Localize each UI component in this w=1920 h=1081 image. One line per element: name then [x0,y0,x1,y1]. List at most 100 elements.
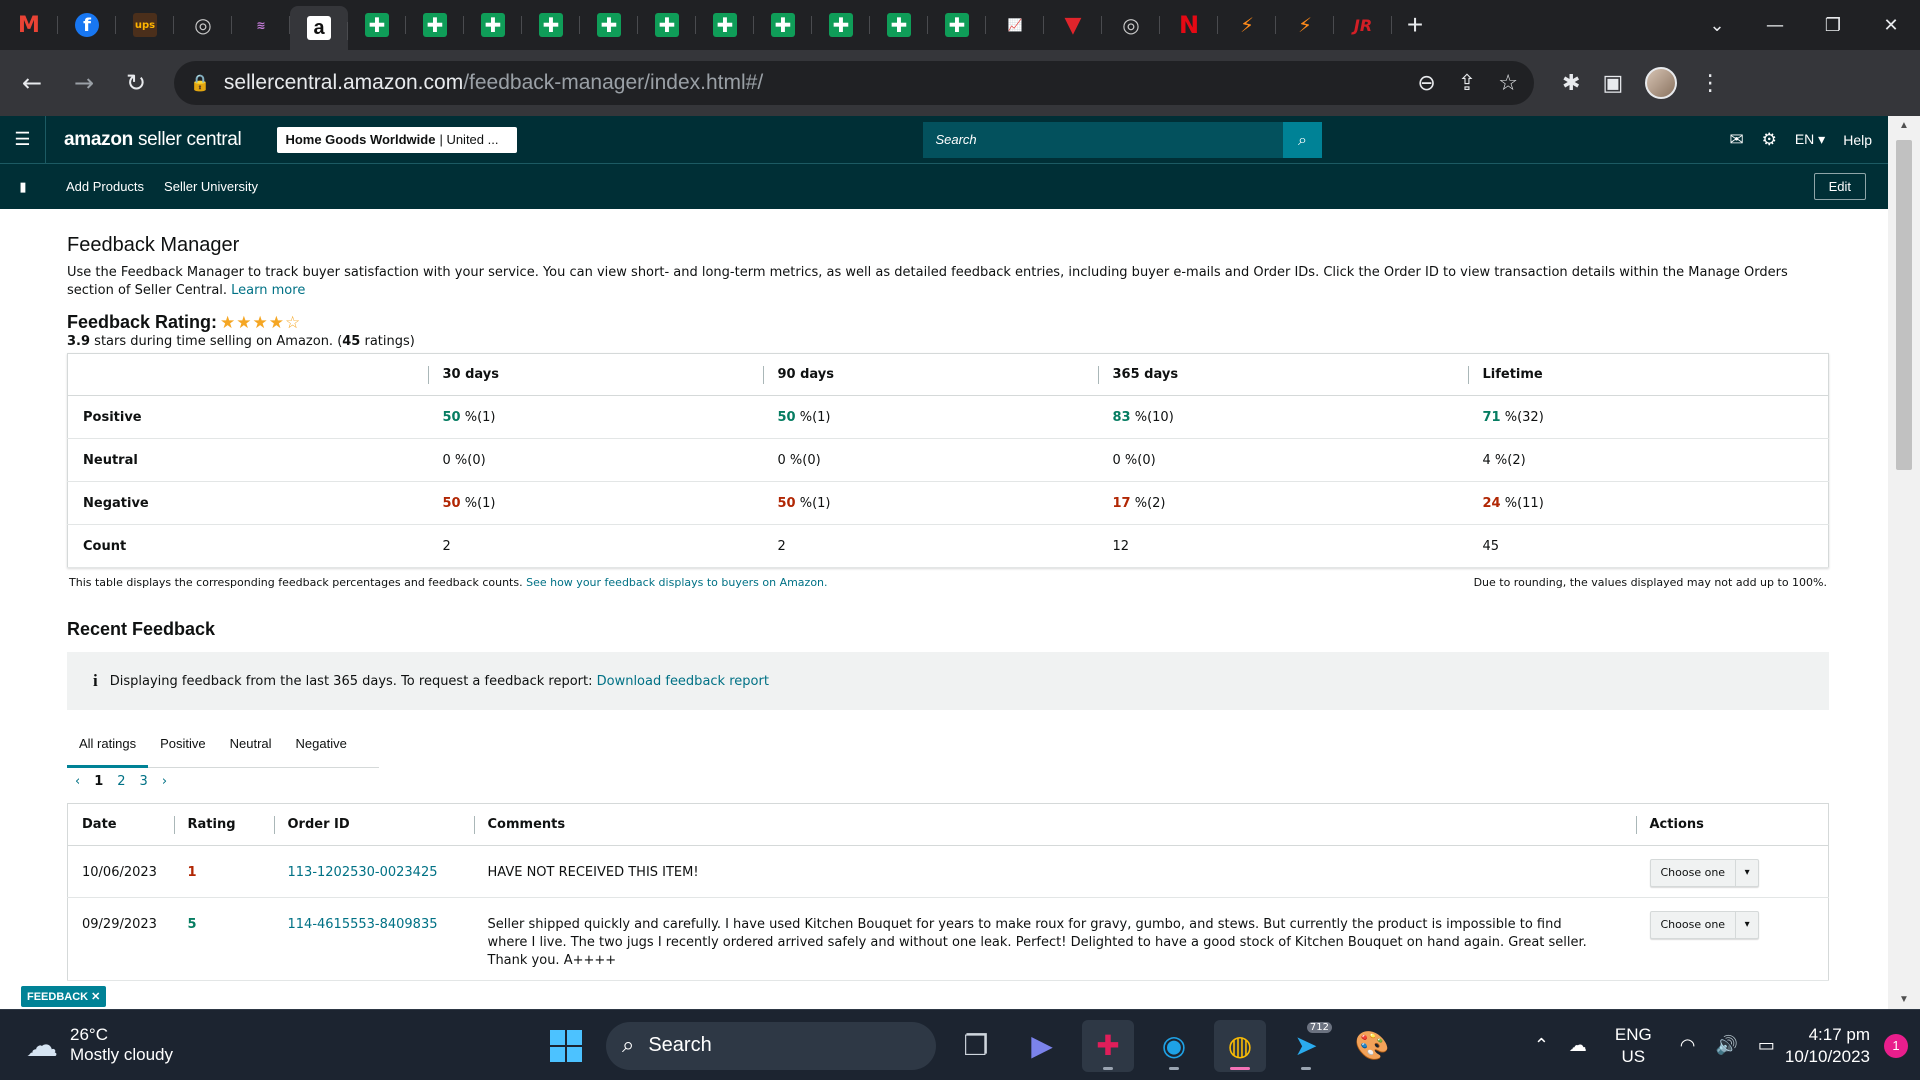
browser-tab[interactable]: ✚ [812,0,870,50]
start-windows-icon[interactable] [540,1020,592,1072]
prev-page-icon[interactable]: ‹ [75,774,80,789]
clock[interactable]: 4:17 pm 10/10/2023 [1785,1024,1870,1068]
search-icon[interactable]: ⌕ [1282,121,1323,158]
share-icon[interactable]: ⇪ [1458,71,1476,96]
battery-icon[interactable]: ▭ [1758,1035,1775,1056]
browser-menu-icon[interactable]: ⋮ [1699,71,1721,96]
gear-icon[interactable]: ⚙ [1762,130,1777,150]
onedrive-icon[interactable]: ☁ [1569,1035,1587,1056]
browser-tab-strip: Mf ups ◎ ≋ a ✚ ✚ ✚ ✚ ✚ ✚ ✚ ✚ ✚ ✚ ✚ 📈 ▼ ◎ N ⚡ ⚡ JR + ⌄ — ❐ ✕ [0,0,1920,50]
download-report-link[interactable]: Download feedback report [597,674,769,689]
page-scrollbar[interactable]: ▲ ▼ [1888,116,1920,1009]
seller-central-logo[interactable]: amazon seller central [64,129,242,151]
bookmark-star-icon[interactable]: ☆ [1498,71,1518,96]
browser-tab[interactable]: ✚ [464,0,522,50]
browser-tab[interactable]: ✚ [870,0,928,50]
metrics-row-negative: Negative 50 %(1) 50 %(1) 17 %(2) 24 %(11) [67,481,1829,525]
browser-tab[interactable]: ≋ [232,0,290,50]
browser-tab[interactable]: ⚡ [1276,0,1334,50]
paint-icon[interactable]: 🎨 [1346,1020,1398,1072]
chevron-down-icon[interactable]: ▾ [1736,916,1758,934]
choose-action-dropdown[interactable]: Choose one ▾ [1649,859,1760,887]
taskbar-search[interactable]: ⌕ Search [606,1021,936,1070]
extensions-icon[interactable]: ✱ [1562,71,1580,96]
browser-tab[interactable]: f [58,0,116,50]
volume-icon[interactable]: 🔊 [1715,1035,1737,1056]
notification-badge[interactable]: 1 [1884,1033,1908,1058]
scroll-up-icon[interactable]: ▲ [1888,120,1920,131]
feedback-display-link[interactable]: See how your feedback displays to buyers… [526,576,827,589]
learn-more-link[interactable]: Learn more [231,283,305,298]
choose-action-dropdown[interactable]: Choose one ▾ [1649,911,1760,939]
minimize-icon[interactable]: — [1746,0,1804,50]
tab-positive[interactable]: Positive [148,734,218,768]
side-panel-icon[interactable]: ▣ [1602,71,1623,96]
hamburger-menu-icon[interactable]: ☰ [0,115,46,164]
chevron-up-icon[interactable]: ⌃ [1534,1035,1549,1056]
url-text: sellercentral.amazon.com/feedback-manage… [223,71,764,94]
edge-icon[interactable]: ◉ [1148,1020,1200,1072]
new-tab-button[interactable]: + [1392,0,1438,50]
reload-icon[interactable]: ↻ [116,63,156,103]
language-selector[interactable]: EN ▾ [1795,131,1825,148]
browser-tab[interactable]: ✚ [928,0,986,50]
store-selector[interactable]: Home Goods Worldwide | United ... [277,126,518,153]
page-number[interactable]: 2 [117,774,125,789]
metrics-cell: 50 %(1) [762,395,1098,439]
restore-icon[interactable]: ❐ [1804,0,1862,50]
slack-icon[interactable]: ✚ [1082,1019,1134,1072]
browser-tab[interactable]: ✚ [348,0,406,50]
next-page-icon[interactable]: › [162,774,167,789]
teams-icon[interactable]: ▶ [1016,1020,1068,1072]
browser-tab[interactable]: ✚ [406,0,464,50]
tab-all-ratings[interactable]: All ratings [67,734,149,768]
close-window-icon[interactable]: ✕ [1862,0,1920,50]
feedback-comment: Seller shipped quickly and carefully. I … [473,897,1636,981]
address-bar[interactable]: 🔒 sellercentral.amazon.com/feedback-mana… [174,61,1534,105]
tab-negative[interactable]: Negative [284,734,359,768]
chrome-icon[interactable]: ◍ [1214,1019,1266,1072]
subnav-seller-university[interactable]: Seller University [164,179,258,194]
browser-tab[interactable]: ◎ [174,0,232,50]
wifi-icon[interactable]: ◠ [1680,1035,1696,1056]
order-id-link[interactable]: 113-1202530-0023425 [273,845,474,898]
zoom-icon[interactable]: ⊖ [1417,71,1435,96]
search-input[interactable] [923,121,1283,158]
scroll-down-icon[interactable]: ▼ [1888,994,1920,1005]
chevron-down-icon[interactable]: ▾ [1736,864,1758,882]
weather-widget[interactable]: ☁ 26°C Mostly cloudy [26,1025,173,1065]
browser-tab[interactable]: 📈 [986,0,1044,50]
subnav-add-products[interactable]: Add Products [66,179,144,194]
tab-search-icon[interactable]: ⌄ [1688,0,1746,50]
mail-icon[interactable]: ✉ [1729,130,1743,150]
browser-tab[interactable]: ✚ [522,0,580,50]
feedback-widget-button[interactable]: FEEDBACK ✕ [21,986,107,1007]
google-sheets-icon: ✚ [771,13,795,37]
browser-tab[interactable]: JR [1334,0,1392,50]
browser-tab[interactable]: ✚ [580,0,638,50]
task-view-icon[interactable]: ❐ [950,1020,1002,1072]
back-icon[interactable]: ← [12,63,52,103]
edit-button[interactable]: Edit [1813,173,1866,200]
help-link[interactable]: Help [1843,132,1872,148]
browser-tab[interactable]: ◎ [1102,0,1160,50]
browser-tab[interactable]: ✚ [696,0,754,50]
telegram-icon[interactable]: ➤ 712 [1280,1020,1332,1072]
browser-tab[interactable]: ups [116,0,174,50]
scrollbar-thumb[interactable] [1896,140,1912,470]
profile-avatar[interactable] [1645,67,1678,99]
browser-tab[interactable]: ✚ [754,0,812,50]
tab-neutral[interactable]: Neutral [218,734,284,768]
forward-icon[interactable]: → [64,63,104,103]
bookmark-icon[interactable]: ▮ [0,179,46,195]
page-number[interactable]: 3 [140,774,148,789]
browser-tab[interactable]: ⚡ [1218,0,1276,50]
browser-tab[interactable]: a [290,6,348,50]
language-indicator[interactable]: ENG US [1615,1024,1652,1068]
browser-tab[interactable]: M [0,0,58,50]
order-id-link[interactable]: 114-4615553-8409835 [273,897,474,981]
page-number[interactable]: 1 [94,774,103,789]
browser-tab[interactable]: N [1160,0,1218,50]
browser-tab[interactable]: ✚ [638,0,696,50]
browser-tab[interactable]: ▼ [1044,0,1102,50]
